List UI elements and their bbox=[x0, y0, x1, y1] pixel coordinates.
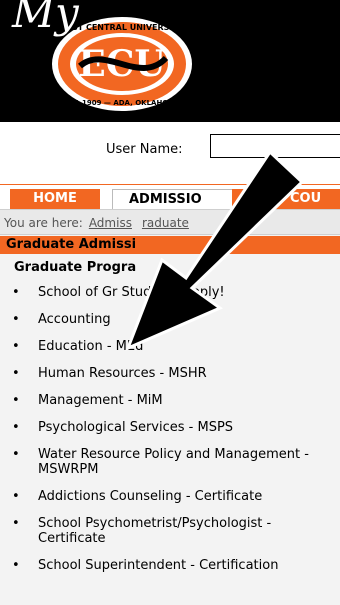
program-link-school-superintendent[interactable]: School Superintendent - Certification bbox=[0, 558, 340, 573]
program-link-psychological-services[interactable]: Psychological Services - MSPS bbox=[0, 420, 340, 435]
tab-home[interactable]: HOME bbox=[10, 189, 100, 209]
program-link-management[interactable]: Management - MiM bbox=[0, 393, 340, 408]
my-wordmark: My bbox=[12, 0, 79, 37]
program-link-addictions-counseling[interactable]: Addictions Counseling - Certificate bbox=[0, 489, 340, 504]
program-link-water-resource-policy[interactable]: Water Resource Policy and Management - M… bbox=[0, 447, 340, 477]
program-link-school-psychometrist[interactable]: School Psychometrist/Psychologist - Cert… bbox=[0, 516, 340, 546]
breadcrumb-prefix: You are here: bbox=[4, 216, 83, 230]
program-link-human-resources[interactable]: Human Resources - MSHR bbox=[0, 366, 340, 381]
site-header: ECU EAST CENTRAL UNIVERSITY EST. 1909 — … bbox=[0, 0, 340, 122]
subsection-title: Graduate Progra bbox=[14, 260, 137, 275]
seal-bottom-text: EST. 1909 — ADA, OKLAHOMA bbox=[63, 99, 181, 107]
big-black-arrow-icon bbox=[125, 149, 305, 351]
